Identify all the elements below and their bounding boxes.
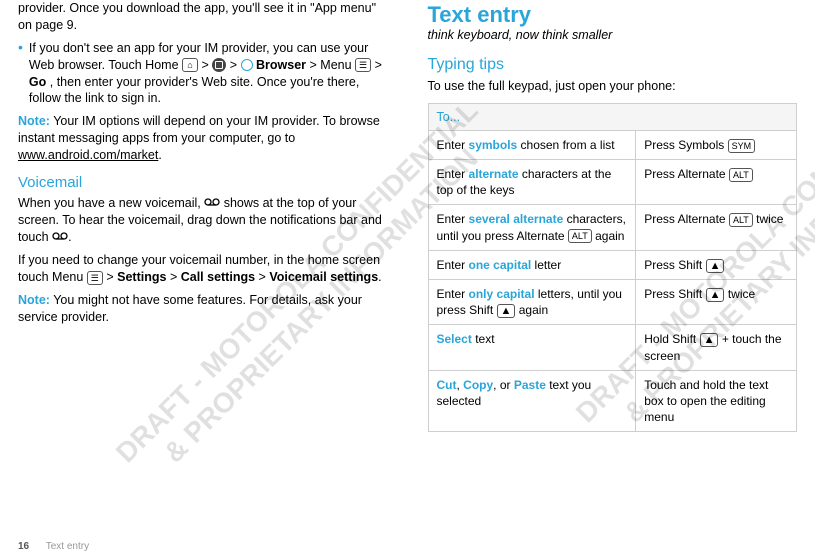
bullet-text: If you don't see an app for your IM prov… — [29, 40, 388, 108]
note-label: Note: — [18, 293, 50, 307]
footer-section: Text entry — [46, 541, 89, 552]
sep: > Menu — [310, 58, 356, 72]
table-row: Enter one capital letterPress Shift ▲ — [428, 250, 797, 279]
table-header: To... — [428, 103, 797, 130]
page-number: 16 — [18, 541, 29, 552]
sep: > — [170, 270, 181, 284]
sym-key-icon: SYM — [728, 139, 756, 153]
note-label: Note: — [18, 114, 50, 128]
tips-table: To... Enter symbols chosen from a listPr… — [428, 103, 798, 432]
typing-tips-intro: To use the full keypad, just open your p… — [428, 78, 798, 95]
menu-icon: ☰ — [87, 271, 103, 285]
note-text: Your IM options will depend on your IM p… — [18, 114, 380, 145]
tip-method: Press Shift ▲ twice — [636, 280, 797, 325]
tip-method: Press Shift ▲ — [636, 250, 797, 279]
shift-key-icon: ▲ — [706, 288, 725, 302]
settings-label: Settings — [117, 270, 166, 284]
sep: > — [375, 58, 382, 72]
page-columns: provider. Once you download the app, you… — [0, 0, 815, 520]
text-entry-subtitle: think keyboard, now think smaller — [428, 28, 798, 42]
voicemail-icon — [52, 229, 68, 246]
voicemail-icon — [204, 195, 220, 212]
tip-action: Enter several alternate characters, unti… — [428, 205, 636, 250]
note-text: You might not have some features. For de… — [18, 293, 362, 324]
market-link[interactable]: www.android.com/market — [18, 148, 158, 162]
tip-action: Select text — [428, 325, 636, 370]
tip-action: Cut, Copy, or Paste text you selected — [428, 370, 636, 432]
text-entry-title: Text entry — [428, 2, 798, 28]
table-row: Select textHold Shift ▲ + touch the scre… — [428, 325, 797, 370]
note-im: Note: Your IM options will depend on you… — [18, 113, 388, 164]
typing-tips-heading: Typing tips — [428, 56, 798, 74]
vm-p1a: When you have a new voicemail, — [18, 196, 204, 210]
tip-action: Enter one capital letter — [428, 250, 636, 279]
home-icon: ⌂ — [182, 58, 198, 72]
sep: > — [201, 58, 212, 72]
shift-key-icon: ▲ — [706, 259, 725, 273]
voicemail-heading: Voicemail — [18, 174, 388, 191]
tip-action: Enter only capital letters, until you pr… — [428, 280, 636, 325]
sep: > — [106, 270, 117, 284]
browser-icon — [241, 59, 253, 71]
shift-key-icon: ▲ — [497, 304, 516, 318]
alt-key-icon: ALT — [729, 213, 753, 227]
bullet-item: • If you don't see an app for your IM pr… — [18, 40, 388, 108]
note-features: Note: You might not have some features. … — [18, 292, 388, 326]
alt-key-icon: ALT — [729, 168, 753, 182]
voicemail-p1: When you have a new voicemail, shows at … — [18, 195, 388, 246]
table-row: Enter alternate characters at the top of… — [428, 160, 797, 205]
call-settings-label: Call settings — [181, 270, 255, 284]
page-footer: 16 Text entry — [18, 541, 89, 552]
tip-action: Enter alternate characters at the top of… — [428, 160, 636, 205]
right-column: Text entry think keyboard, now think sma… — [428, 0, 798, 520]
browser-label: Browser — [256, 58, 306, 72]
go-label: Go — [29, 75, 46, 89]
menu-icon: ☰ — [355, 58, 371, 72]
tip-action: Enter symbols chosen from a list — [428, 130, 636, 159]
left-column: provider. Once you download the app, you… — [18, 0, 388, 520]
shift-key-icon: ▲ — [700, 333, 719, 347]
tip-method: Press Alternate ALT — [636, 160, 797, 205]
tip-method: Touch and hold the text box to open the … — [636, 370, 797, 432]
voicemail-p2: If you need to change your voicemail num… — [18, 252, 388, 286]
bullet-post: , then enter your provider's Web site. O… — [29, 75, 359, 106]
table-row: Enter several alternate characters, unti… — [428, 205, 797, 250]
launcher-icon — [212, 58, 226, 72]
voicemail-settings-label: Voicemail settings — [269, 270, 378, 284]
bullet-dot-icon: • — [18, 40, 23, 108]
alt-key-icon: ALT — [568, 229, 592, 243]
tip-method: Press Symbols SYM — [636, 130, 797, 159]
table-row: Enter symbols chosen from a listPress Sy… — [428, 130, 797, 159]
table-row: Enter only capital letters, until you pr… — [428, 280, 797, 325]
intro-tail: provider. Once you download the app, you… — [18, 0, 388, 34]
sep: > — [230, 58, 241, 72]
sep: > — [259, 270, 270, 284]
table-row: Cut, Copy, or Paste text you selectedTou… — [428, 370, 797, 432]
tip-method: Press Alternate ALT twice — [636, 205, 797, 250]
tip-method: Hold Shift ▲ + touch the screen — [636, 325, 797, 370]
